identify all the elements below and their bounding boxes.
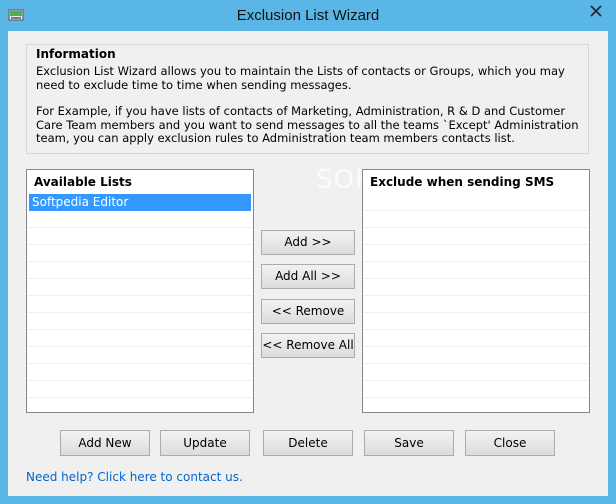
remove-all-button[interactable]: << Remove All (261, 333, 355, 358)
empty-row (27, 347, 253, 364)
empty-row (363, 347, 589, 364)
information-heading: Information (36, 47, 116, 61)
close-button[interactable]: Close (465, 430, 555, 456)
available-lists-header: Available Lists (34, 175, 132, 189)
window-title: Exclusion List Wizard (236, 7, 380, 24)
empty-row (363, 313, 589, 330)
wizard-body: Information Exclusion List Wizard allows… (8, 31, 608, 496)
empty-row (27, 262, 253, 279)
empty-row (363, 364, 589, 381)
information-paragraph-1: Exclusion List Wizard allows you to main… (36, 64, 565, 92)
empty-row (363, 194, 589, 211)
empty-row (363, 279, 589, 296)
delete-button[interactable]: Delete (263, 430, 353, 456)
empty-row (27, 296, 253, 313)
empty-row (363, 245, 589, 262)
information-box: Information Exclusion List Wizard allows… (26, 44, 589, 154)
available-lists-listbox[interactable]: Available Lists Softpedia Editor (26, 169, 254, 413)
empty-row (27, 330, 253, 347)
title-bar[interactable]: Exclusion List Wizard (0, 0, 616, 30)
empty-row (363, 381, 589, 398)
update-button[interactable]: Update (160, 430, 250, 456)
app-window: Exclusion List Wizard Information Exclus… (0, 0, 616, 504)
empty-row (363, 228, 589, 245)
empty-row (27, 364, 253, 381)
empty-row (27, 211, 253, 228)
save-button[interactable]: Save (364, 430, 454, 456)
list-item[interactable]: Softpedia Editor (29, 194, 251, 211)
add-new-button[interactable]: Add New (60, 430, 150, 456)
add-all-button[interactable]: Add All >> (261, 264, 355, 289)
exclude-list-header: Exclude when sending SMS (370, 175, 555, 189)
remove-button[interactable]: << Remove (261, 299, 355, 324)
empty-row (27, 228, 253, 245)
empty-row (27, 245, 253, 262)
information-paragraph-2: For Example, if you have lists of contac… (36, 104, 579, 145)
empty-row (363, 330, 589, 347)
close-icon (590, 5, 602, 17)
empty-row (27, 381, 253, 398)
add-button[interactable]: Add >> (261, 230, 355, 255)
close-window-button[interactable] (584, 0, 608, 22)
empty-row (27, 313, 253, 330)
empty-row (363, 296, 589, 313)
exclude-listbox[interactable]: Exclude when sending SMS (362, 169, 590, 413)
empty-row (363, 211, 589, 228)
empty-row (27, 279, 253, 296)
help-link[interactable]: Need help? Click here to contact us. (26, 470, 243, 484)
empty-row (363, 262, 589, 279)
